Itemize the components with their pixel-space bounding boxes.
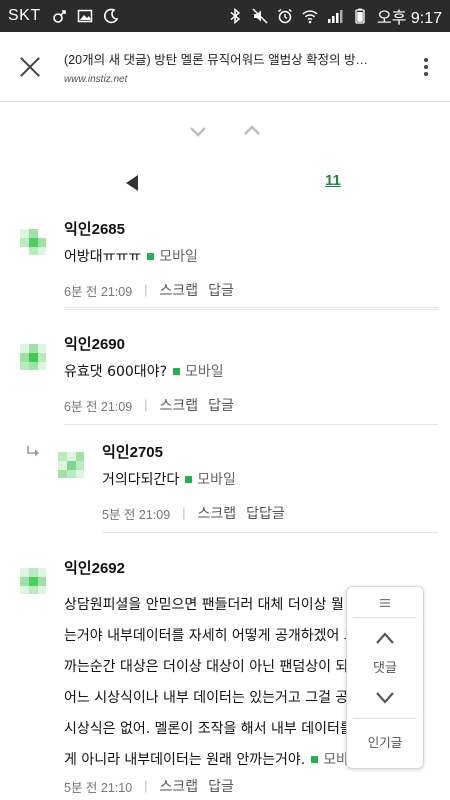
pager: 11 xyxy=(0,160,450,210)
page-url: www.instiz.net xyxy=(64,73,128,85)
scrap-button[interactable]: 스크랩 xyxy=(159,280,198,300)
moon-icon xyxy=(103,8,118,24)
scrap-button[interactable]: 스크랩 xyxy=(197,503,236,523)
chevron-down-icon[interactable] xyxy=(374,690,396,706)
comment-time: 5분 전 21:10 xyxy=(64,780,133,795)
clock-label: 오후 9:17 xyxy=(376,10,442,27)
status-bar: SKT 오후 9:17 xyxy=(0,0,450,32)
device-tag: 모바일 xyxy=(197,472,236,488)
chevron-down-icon[interactable] xyxy=(188,121,208,141)
comment-time: 5분 전 21:09 xyxy=(102,507,171,522)
comment-text: 거의다되간다 xyxy=(102,472,180,488)
chevron-up-icon[interactable] xyxy=(242,121,262,141)
reply-button[interactable]: 답답글 xyxy=(246,503,285,523)
gender-icon xyxy=(52,10,66,23)
avatar xyxy=(20,229,46,255)
meta-divider: | xyxy=(144,779,148,793)
device-tag: 모바일 xyxy=(185,364,224,380)
alarm-icon xyxy=(278,8,292,24)
comment-author[interactable]: 익인2705 xyxy=(102,441,163,462)
meta-divider: | xyxy=(182,506,186,520)
scrap-button[interactable]: 스크랩 xyxy=(159,395,198,415)
divider xyxy=(64,424,438,425)
mobile-dot-icon xyxy=(173,368,181,375)
divider xyxy=(353,718,417,719)
chevron-up-icon[interactable] xyxy=(374,630,396,646)
comment-meta: 6분 전 21:09 | 스크랩 답글 xyxy=(64,395,234,415)
reply-button[interactable]: 답글 xyxy=(208,280,234,300)
page-number-link[interactable]: 11 xyxy=(325,172,341,189)
comment-line: 게 아니라 내부데이터는 원래 안까는거야. xyxy=(64,752,306,768)
comment-author[interactable]: 익인2685 xyxy=(64,218,125,239)
reply-arrow-icon xyxy=(27,446,39,457)
comment-body: 유효댓 600대야? 모바일 xyxy=(64,365,224,379)
reply-button[interactable]: 답글 xyxy=(208,776,234,796)
avatar xyxy=(20,344,46,370)
mobile-dot-icon xyxy=(185,476,193,483)
avatar xyxy=(58,452,84,478)
image-icon xyxy=(77,9,92,23)
comment-meta: 5분 전 21:10 | 스크랩 답글 xyxy=(64,776,234,796)
drag-handle-icon[interactable] xyxy=(380,599,390,607)
triangle-left-icon[interactable] xyxy=(124,174,140,192)
comment-author[interactable]: 익인2690 xyxy=(64,333,125,354)
mobile-dot-icon xyxy=(311,756,319,763)
comment-text: 유효댓 600대야? xyxy=(64,364,168,380)
divider xyxy=(353,617,417,618)
floating-nav: 댓글 인기글 xyxy=(346,586,424,769)
mute-icon xyxy=(252,8,268,24)
wifi-icon xyxy=(302,10,318,24)
scrap-button[interactable]: 스크랩 xyxy=(159,776,198,796)
close-icon[interactable] xyxy=(18,55,42,79)
divider xyxy=(64,309,438,310)
top-bar: (20개의 새 댓글) 방탄 멜론 뮤직어워드 앨범상 확정의 방… www.i… xyxy=(0,32,450,102)
divider xyxy=(102,532,438,533)
comment-author[interactable]: 익인2692 xyxy=(64,557,125,578)
avatar xyxy=(20,568,46,594)
meta-divider: | xyxy=(144,398,148,412)
sort-row xyxy=(0,102,450,160)
page-title: (20개의 새 댓글) 방탄 멜론 뮤직어워드 앨범상 확정의 방… xyxy=(64,52,369,67)
signal-icon xyxy=(327,10,343,23)
reply-button[interactable]: 답글 xyxy=(208,395,234,415)
carrier-label: SKT xyxy=(8,7,41,24)
battery-icon xyxy=(355,8,365,24)
comments-nav-button[interactable]: 댓글 xyxy=(373,657,397,676)
comment-time: 6분 전 21:09 xyxy=(64,399,133,414)
title-box: (20개의 새 댓글) 방탄 멜론 뮤직어워드 앨범상 확정의 방… www.i… xyxy=(64,49,416,85)
popular-posts-button[interactable]: 인기글 xyxy=(368,732,403,751)
comment-meta: 5분 전 21:09 | 스크랩 답답글 xyxy=(102,503,285,523)
comment-body: 거의다되간다 모바일 xyxy=(102,473,236,487)
bluetooth-icon xyxy=(230,8,241,24)
more-vertical-icon[interactable] xyxy=(416,57,436,76)
